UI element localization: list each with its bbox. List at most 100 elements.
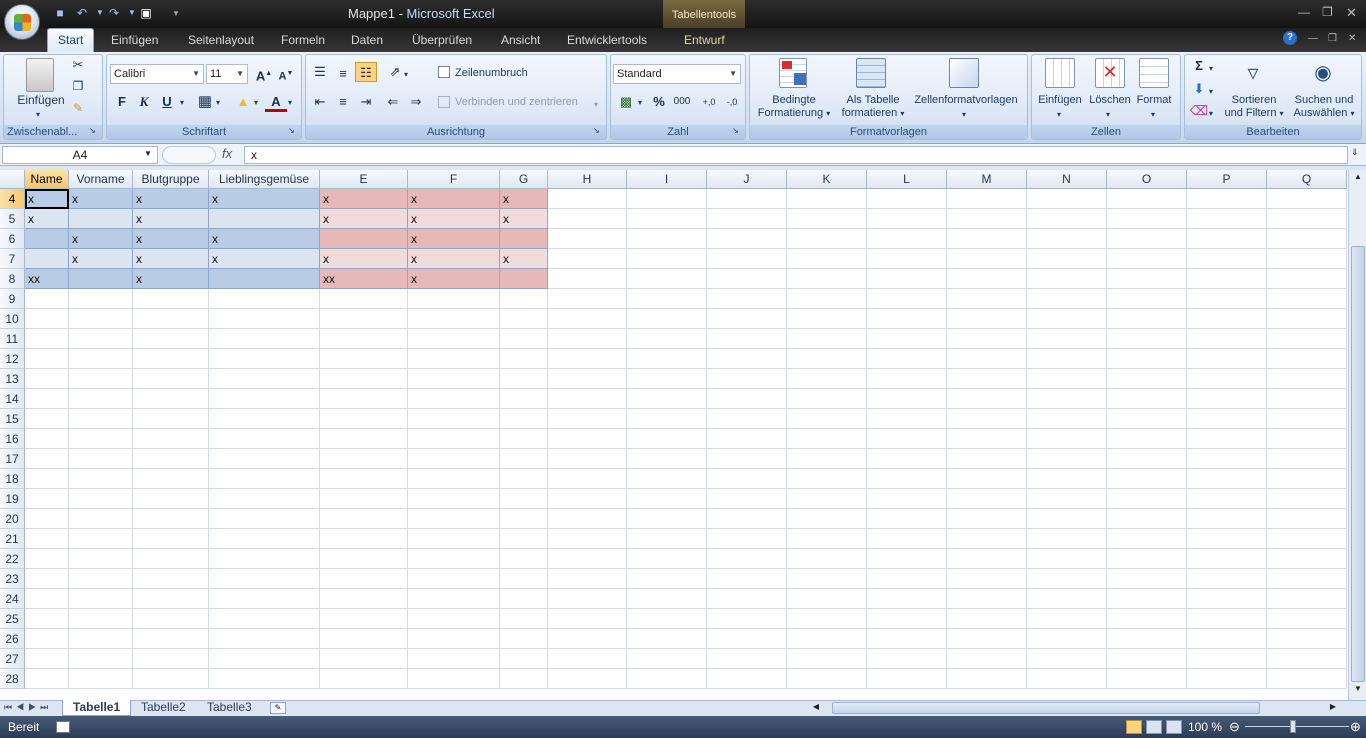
grid-cell[interactable] — [1027, 409, 1107, 429]
restore-icon[interactable]: ❐ — [1322, 5, 1333, 19]
decrease-indent-icon[interactable]: ⇐ — [382, 92, 404, 112]
grid-cell[interactable] — [1267, 389, 1347, 409]
grid-cell[interactable] — [947, 449, 1027, 469]
column-header[interactable]: L — [867, 170, 947, 189]
grid-cell[interactable] — [25, 389, 69, 409]
grid-cell[interactable] — [209, 429, 320, 449]
grid-cell[interactable] — [548, 449, 627, 469]
grid-cell[interactable] — [627, 329, 707, 349]
grid-cell[interactable] — [209, 629, 320, 649]
row-header[interactable]: 13 — [0, 369, 25, 389]
grid-cell[interactable] — [1187, 569, 1267, 589]
grid-cell[interactable] — [25, 229, 69, 249]
formula-input[interactable]: x — [244, 146, 1348, 164]
grid-cell[interactable]: x — [408, 229, 500, 249]
grid-cell[interactable] — [1267, 469, 1347, 489]
grid-cell[interactable] — [1027, 469, 1107, 489]
expand-formula-bar-icon[interactable]: ⇓ — [1351, 147, 1359, 158]
grid-cell[interactable] — [867, 189, 947, 209]
grid-cell[interactable] — [787, 189, 867, 209]
row-header[interactable]: 25 — [0, 609, 25, 629]
grid-cell[interactable] — [1027, 589, 1107, 609]
grid-cell[interactable] — [1107, 329, 1187, 349]
column-header[interactable]: G — [500, 170, 548, 189]
grid-cell[interactable] — [320, 369, 408, 389]
italic-button[interactable]: K — [133, 92, 155, 112]
grid-cell[interactable] — [69, 269, 133, 289]
grid-cell[interactable] — [627, 629, 707, 649]
grid-cell[interactable] — [1187, 329, 1267, 349]
grid-cell[interactable] — [867, 649, 947, 669]
grid-cell[interactable] — [707, 669, 787, 689]
grid-cell[interactable] — [209, 309, 320, 329]
grid-cell[interactable] — [707, 389, 787, 409]
grid-cell[interactable] — [1187, 489, 1267, 509]
tab-data[interactable]: Daten — [351, 33, 383, 53]
grid-cell[interactable] — [947, 389, 1027, 409]
grid-cell[interactable] — [787, 509, 867, 529]
clear-dropdown-icon[interactable]: ▾ — [1209, 107, 1213, 120]
grid-cell[interactable] — [707, 629, 787, 649]
grid-cell[interactable] — [25, 469, 69, 489]
grid-cell[interactable] — [548, 469, 627, 489]
row-header[interactable]: 19 — [0, 489, 25, 509]
insert-function-button[interactable]: fx — [222, 146, 232, 161]
column-header[interactable]: F — [408, 170, 500, 189]
insert-dropdown-icon[interactable]: ▾ — [1057, 108, 1061, 121]
grid-cell[interactable] — [707, 229, 787, 249]
grid-cell[interactable] — [1187, 269, 1267, 289]
grid-cell[interactable] — [787, 389, 867, 409]
grid-cell[interactable] — [947, 409, 1027, 429]
grid-cell[interactable] — [408, 489, 500, 509]
fill-icon[interactable]: ⬇ — [1188, 79, 1210, 99]
grid-cell[interactable] — [707, 449, 787, 469]
select-all-corner[interactable] — [0, 170, 25, 189]
grid-cell[interactable] — [867, 409, 947, 429]
grid-cell[interactable] — [209, 489, 320, 509]
grid-cell[interactable] — [209, 569, 320, 589]
grid-cell[interactable] — [867, 209, 947, 229]
insert-sheet-icon[interactable]: ✎ — [270, 702, 286, 714]
grid-cell[interactable] — [1187, 449, 1267, 469]
shrink-font-icon[interactable]: A▼ — [275, 64, 297, 84]
zoom-slider-track[interactable] — [1245, 726, 1349, 727]
grid-cell[interactable] — [1267, 549, 1347, 569]
grid-cell[interactable] — [787, 629, 867, 649]
grid-cell[interactable] — [25, 629, 69, 649]
macro-record-icon[interactable] — [56, 721, 70, 733]
fill-dropdown-icon[interactable]: ▾ — [254, 96, 258, 109]
row-header[interactable]: 21 — [0, 529, 25, 549]
grid-cell[interactable] — [947, 229, 1027, 249]
grid-cell[interactable] — [947, 569, 1027, 589]
grid-cell[interactable] — [1187, 349, 1267, 369]
grid-cell[interactable] — [1027, 669, 1107, 689]
find-select-button[interactable]: Suchen und Auswählen ▾ — [1289, 94, 1359, 120]
grid-cell[interactable] — [320, 529, 408, 549]
grid-cell[interactable] — [1027, 189, 1107, 209]
grid-cell[interactable] — [1187, 209, 1267, 229]
grid-cell[interactable] — [500, 229, 548, 249]
font-launcher-icon[interactable]: ↘ — [288, 124, 295, 137]
grid-cell[interactable] — [627, 189, 707, 209]
grid-cell[interactable] — [548, 269, 627, 289]
grid-cell[interactable] — [1107, 249, 1187, 269]
grid-cell[interactable] — [867, 269, 947, 289]
grid-cell[interactable] — [548, 609, 627, 629]
grid-cell[interactable] — [1107, 669, 1187, 689]
grid-cell[interactable] — [548, 629, 627, 649]
grid-cell[interactable] — [1027, 369, 1107, 389]
grid-cell[interactable] — [25, 289, 69, 309]
column-header[interactable]: N — [1027, 170, 1107, 189]
grid-cell[interactable] — [69, 429, 133, 449]
row-header[interactable]: 26 — [0, 629, 25, 649]
grid-cell[interactable] — [133, 389, 209, 409]
grid-cell[interactable] — [707, 589, 787, 609]
format-cells-button[interactable]: Format — [1134, 94, 1174, 107]
column-header[interactable]: J — [707, 170, 787, 189]
grid-cell[interactable] — [1267, 509, 1347, 529]
grid-cell[interactable] — [1027, 349, 1107, 369]
grid-cell[interactable] — [69, 529, 133, 549]
grid-cell[interactable] — [787, 209, 867, 229]
grid-cell[interactable] — [320, 329, 408, 349]
cell-styles-dropdown-icon[interactable]: ▾ — [962, 108, 966, 121]
